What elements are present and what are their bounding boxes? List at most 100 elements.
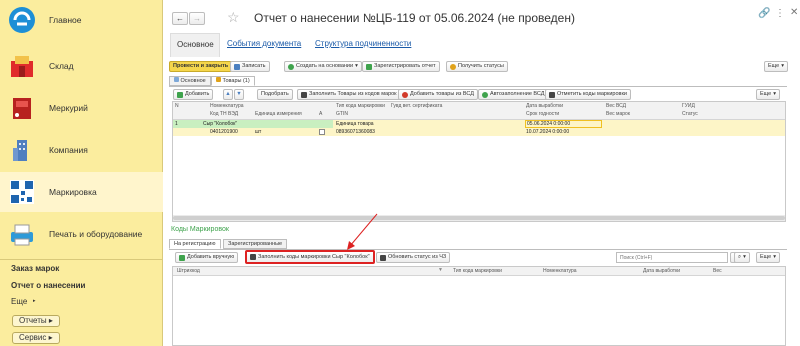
star-icon[interactable]: ☆ <box>227 9 240 26</box>
col-gtin: GTIN <box>336 111 348 117</box>
table-row[interactable]: 1 Сыр "Колобок" Единица товара 05.06.202… <box>173 120 785 136</box>
sidebar-item-company[interactable]: Компания <box>0 130 163 170</box>
goods-table: N Номенклатура Тип кода маркировки Гувд … <box>172 101 786 222</box>
register-report-label: Зарегистрировать отчет <box>374 63 436 69</box>
col-prod-date: Дата выработки <box>643 268 681 274</box>
status-icon <box>450 63 456 70</box>
tabs-divider <box>169 86 787 87</box>
search-input[interactable] <box>616 252 728 263</box>
fill-goods-from-codes-button[interactable]: Заполнить Товары из кодов марок <box>297 89 401 100</box>
back-button[interactable]: ← <box>172 12 188 25</box>
sidebar-link-more[interactable]: Еще <box>11 297 27 306</box>
sidebar-item-warehouse[interactable]: Склад <box>0 46 163 86</box>
autofill-vsd-button[interactable]: Автозаполнение ВСД <box>478 89 549 100</box>
move-down-button[interactable]: ▼ <box>234 89 244 100</box>
codes-more-label: Еще <box>760 254 772 260</box>
reports-button[interactable]: Отчеты ▸ <box>12 315 60 327</box>
col-expiry: Срок годности <box>526 111 560 117</box>
company-icon <box>13 140 27 161</box>
refresh-status-button[interactable]: Обновить статус из ЧЗ <box>376 252 451 263</box>
sidebar-item-mercury[interactable]: Меркурий <box>0 88 163 128</box>
mark-codes-label: Отметить коды маркировки <box>557 91 627 97</box>
save-button[interactable]: Записать <box>230 61 270 72</box>
row-gtin: 08936071360083 <box>336 129 375 135</box>
service-button[interactable]: Сервис ▸ <box>12 332 60 344</box>
mark-codes-button[interactable]: Отметить коды маркировки <box>545 89 631 100</box>
col-vet-cert: Гувд вет. сертификата <box>391 103 443 109</box>
register-report-button[interactable]: Зарегистрировать отчет <box>362 61 440 72</box>
refresh-status-label: Обновить статус из ЧЗ <box>388 254 447 260</box>
add-goods-from-vsd-button[interactable]: Добавить товары из ВСД <box>398 89 478 100</box>
add-goods-button[interactable]: Добавить <box>173 89 214 100</box>
sidebar: Главное Склад Меркурий Компания Маркиров… <box>0 0 163 346</box>
create-based-on-button[interactable]: Создать на основании ▾ <box>284 61 362 72</box>
scrollbar-thumb[interactable] <box>173 216 785 220</box>
warehouse-icon <box>11 56 33 77</box>
checkbox[interactable] <box>319 129 325 135</box>
plus-icon <box>177 91 183 98</box>
sidebar-link-order-marks[interactable]: Заказ марок <box>11 264 59 273</box>
goods-more-label: Еще <box>760 91 772 97</box>
tab-goods[interactable]: Товары (1) <box>211 76 255 86</box>
sidebar-item-print[interactable]: Печать и оборудование <box>0 214 163 254</box>
tab-to-register-label: На регистрацию <box>174 241 216 247</box>
col-vsd-weight: Вес ВСД <box>606 103 627 109</box>
link-icon[interactable]: 🔗 <box>758 8 770 19</box>
close-icon[interactable]: ✕ <box>790 7 798 18</box>
tab-registered[interactable]: Зарегистрированные <box>223 239 288 249</box>
annotation-arrow <box>347 213 378 250</box>
tab-document-events[interactable]: События документа <box>227 39 301 48</box>
row-prod-date: 05.06.2024 0:00:00 <box>527 121 571 127</box>
col-barcode: Штрихкод <box>177 268 200 274</box>
get-statuses-button[interactable]: Получить статусы <box>446 61 508 72</box>
add-manual-button[interactable]: Добавить вручную <box>175 252 239 263</box>
select-goods-button[interactable]: Подобрать <box>257 89 293 100</box>
mercury-icon <box>13 98 31 119</box>
menu-dots-icon[interactable]: ⋮ <box>775 8 785 19</box>
sidebar-link-application-report[interactable]: Отчет о нанесении <box>11 281 85 290</box>
col-nomenclature: Номенклатура <box>543 268 577 274</box>
row-n: 1 <box>175 121 178 127</box>
sidebar-divider <box>0 259 163 260</box>
plus-circle-icon <box>288 63 294 70</box>
codes-table: Штрихкод Тип кода маркировки Номенклатур… <box>172 266 786 346</box>
add-manual-label: Добавить вручную <box>187 254 235 260</box>
chevron-right-icon: ▸ <box>33 298 36 304</box>
codes-more-button[interactable]: Еще ▾ <box>756 252 780 263</box>
vsd-icon <box>402 91 408 98</box>
sidebar-item-label: Главное <box>49 15 82 25</box>
fill-codes-button[interactable]: Заполнить коды маркировки Сыр "Колобок" <box>245 250 375 264</box>
move-up-button[interactable]: ▲ <box>223 89 233 100</box>
fill-codes-label: Заполнить коды маркировки Сыр "Колобок" <box>258 253 370 260</box>
select-goods-label: Подобрать <box>261 91 289 97</box>
post-and-close-button[interactable]: Провести и закрыть <box>169 61 233 72</box>
search-options-button[interactable]: ⌕ ▾ <box>734 252 750 263</box>
col-prod-date: Дата выработки <box>526 103 564 109</box>
barcode-icon <box>301 91 307 98</box>
col-guid: ГУИД <box>682 103 695 109</box>
row-code-type: Единица товара <box>336 121 374 127</box>
page-title: Отчет о нанесении №ЦБ-119 от 05.06.2024 … <box>254 11 575 25</box>
sidebar-item-main[interactable]: Главное <box>0 0 163 40</box>
tab-inner-main[interactable]: Основное <box>169 76 211 86</box>
reports-label: Отчеты <box>19 316 47 325</box>
fill-goods-from-codes-label: Заполнить Товары из кодов марок <box>309 91 397 97</box>
doc-icon <box>174 77 179 82</box>
refresh-icon <box>380 254 386 261</box>
tab-main[interactable]: Основное <box>170 33 220 57</box>
sidebar-item-label: Компания <box>49 145 88 155</box>
sidebar-item-label: Печать и оборудование <box>49 229 143 239</box>
goods-more-button[interactable]: Еще ▾ <box>756 89 780 100</box>
post-and-close-label: Провести и закрыть <box>173 63 229 69</box>
tab-to-register[interactable]: На регистрацию <box>169 239 221 249</box>
main-panel: ← → ☆ Отчет о нанесении №ЦБ-119 от 05.06… <box>164 0 800 346</box>
col-n: N <box>175 103 179 109</box>
tab-inner-main-label: Основное <box>180 78 206 84</box>
col-marks-weight: Вес марок <box>606 111 630 117</box>
col-a: A <box>319 111 323 117</box>
sidebar-item-marking[interactable]: Маркировка <box>0 172 163 212</box>
tab-subordination-structure[interactable]: Структура подчиненности <box>315 39 411 48</box>
more-button[interactable]: Еще ▾ <box>764 61 788 72</box>
forward-button[interactable]: → <box>189 12 205 25</box>
horizontal-scrollbar[interactable] <box>173 215 785 221</box>
